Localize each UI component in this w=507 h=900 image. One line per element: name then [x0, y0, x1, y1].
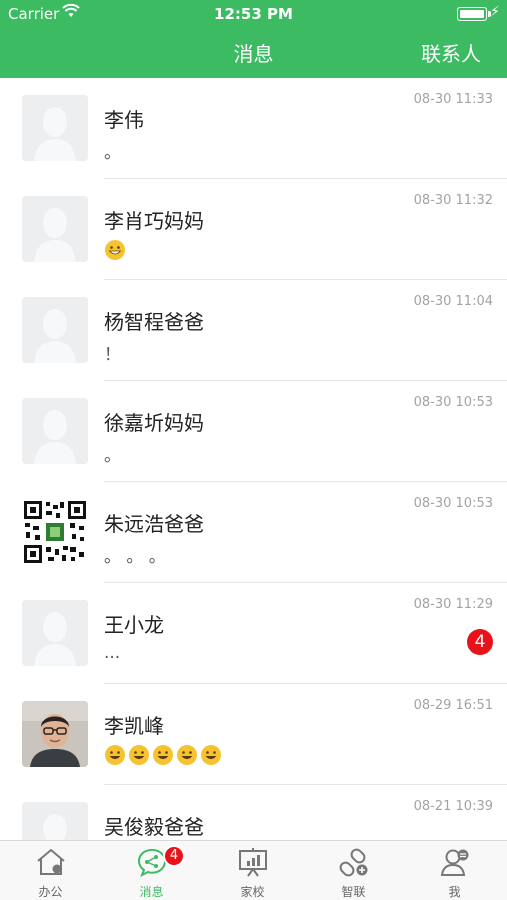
- contact-name: 李肖巧妈妈: [104, 209, 204, 233]
- tab-bar: 办公 4 消息 家校 智联 我: [0, 840, 507, 900]
- user-icon: [440, 849, 469, 876]
- avatar-placeholder-icon: [22, 196, 88, 262]
- charging-icon: ⚡: [490, 4, 500, 20]
- office-icon: [37, 848, 65, 875]
- tab-label: 办公: [38, 885, 63, 899]
- message-preview: [104, 239, 128, 261]
- message-time: 08-30 10:53: [413, 496, 493, 511]
- message-time: 08-30 11:29: [413, 597, 493, 612]
- tab-label: 家校: [240, 885, 265, 899]
- message-preview: [104, 744, 224, 766]
- message-time: 08-30 11:32: [413, 193, 493, 208]
- tab-home-school[interactable]: 家校: [202, 841, 303, 900]
- contact-name: 李凯峰: [104, 714, 164, 738]
- conversation-row[interactable]: 杨智程爸爸 ！ 08-30 11:04: [0, 280, 507, 381]
- avatar-placeholder-icon: [22, 600, 88, 666]
- tab-label: 消息: [139, 885, 164, 899]
- board-chart-icon: [239, 848, 267, 877]
- tab-label: 智联: [341, 885, 366, 899]
- contact-name: 李伟: [104, 108, 144, 132]
- grin-emoji-icon: [105, 240, 125, 260]
- contact-name: 徐嘉圻妈妈: [104, 411, 204, 435]
- conversation-row[interactable]: 李凯峰 08-29 16:51: [0, 684, 507, 785]
- smile-emoji-icon: [177, 745, 197, 765]
- conversation-list[interactable]: 李伟 。 08-30 11:33 李肖巧妈妈 08-30 11:32 杨智程爸爸…: [0, 78, 507, 840]
- tab-me[interactable]: 我: [404, 841, 505, 900]
- message-preview: ...: [104, 643, 121, 663]
- status-bar: Carrier 12:53 PM ⚡: [0, 0, 507, 28]
- avatar-placeholder-icon: [22, 297, 88, 363]
- qr-code-avatar-icon: [22, 499, 88, 565]
- message-preview: 。 。 。: [104, 547, 166, 567]
- smile-emoji-icon: [153, 745, 173, 765]
- link-plus-icon: [339, 848, 368, 877]
- tab-unread-badge: 4: [163, 845, 185, 867]
- photo-avatar: [22, 701, 88, 767]
- avatar-placeholder-icon: [22, 802, 88, 840]
- conversation-row[interactable]: 朱远浩爸爸 。 。 。 08-30 10:53: [0, 482, 507, 583]
- clock-label: 12:53 PM: [214, 5, 293, 23]
- smile-emoji-icon: [129, 745, 149, 765]
- tab-smart-link[interactable]: 智联: [303, 841, 404, 900]
- contact-name: 杨智程爸爸: [104, 310, 204, 334]
- smile-emoji-icon: [201, 745, 221, 765]
- tab-office[interactable]: 办公: [0, 841, 101, 900]
- message-preview: 。: [104, 143, 121, 163]
- contact-name: 吴俊毅爸爸: [104, 815, 204, 839]
- battery-icon: [457, 7, 491, 21]
- top-bar: Carrier 12:53 PM ⚡ 消息 联系人: [0, 0, 507, 78]
- avatar-placeholder-icon: [22, 398, 88, 464]
- contact-name: 王小龙: [104, 613, 164, 637]
- message-time: 08-29 16:51: [413, 698, 493, 713]
- unread-badge: 4: [467, 629, 493, 655]
- smile-emoji-icon: [105, 745, 125, 765]
- conversation-row[interactable]: 王小龙 ... 08-30 11:29 4: [0, 583, 507, 684]
- tab-messages[interactable]: 4 消息: [101, 841, 202, 900]
- contacts-button[interactable]: 联系人: [421, 38, 481, 67]
- conversation-row[interactable]: 李肖巧妈妈 08-30 11:32: [0, 179, 507, 280]
- message-preview: ！: [104, 345, 121, 365]
- message-time: 08-30 11:33: [413, 92, 493, 107]
- contact-name: 朱远浩爸爸: [104, 512, 204, 536]
- conversation-row[interactable]: 徐嘉圻妈妈 。 08-30 10:53: [0, 381, 507, 482]
- message-time: 08-30 10:53: [413, 395, 493, 410]
- tab-label: 我: [448, 885, 461, 899]
- message-preview: 。: [104, 446, 121, 466]
- avatar-placeholder-icon: [22, 95, 88, 161]
- conversation-row[interactable]: 李伟 。 08-30 11:33: [0, 78, 507, 179]
- message-time: 08-30 11:04: [413, 294, 493, 309]
- conversation-row[interactable]: 吴俊毅爸爸 08-21 10:39: [0, 785, 507, 840]
- message-time: 08-21 10:39: [413, 799, 493, 814]
